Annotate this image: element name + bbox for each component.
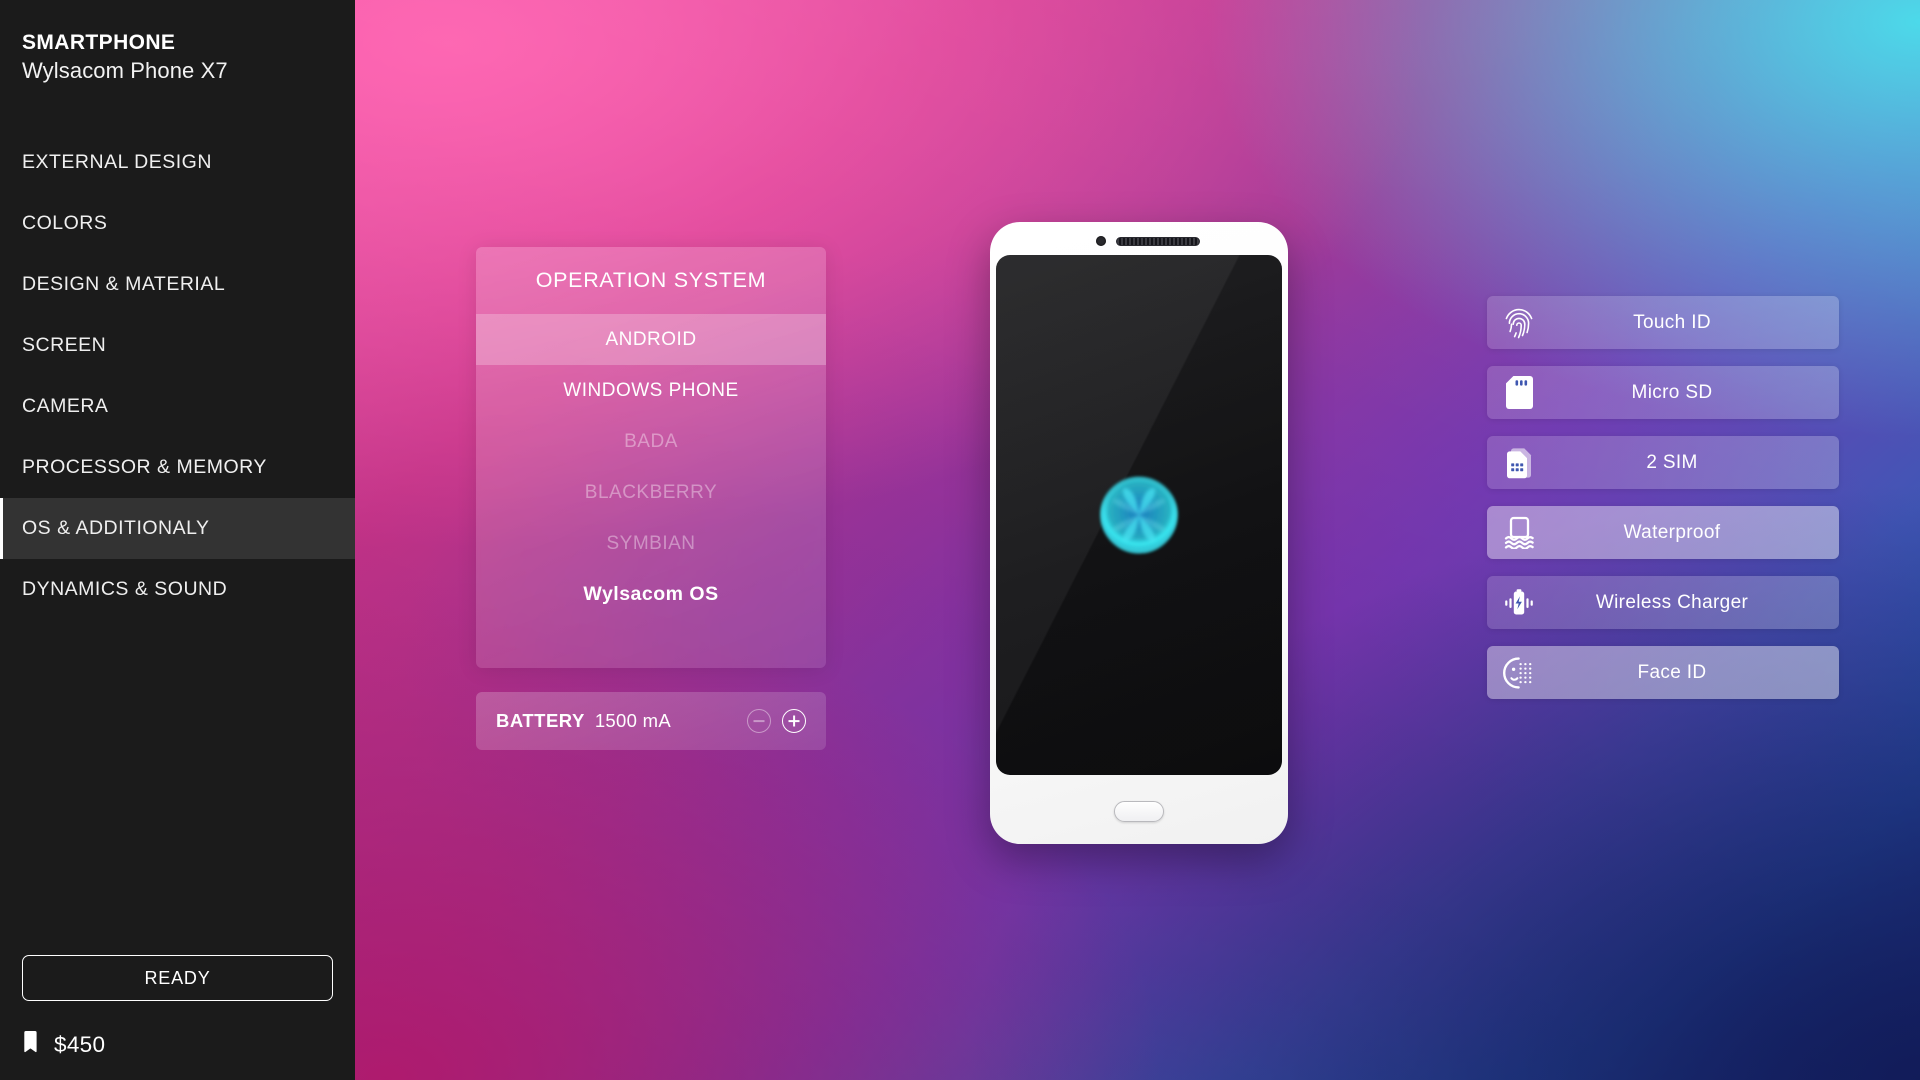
feature-label: Face ID	[1637, 661, 1707, 683]
sidebar-item-label: DYNAMICS & SOUND	[22, 578, 228, 601]
sidebar-item-label: CAMERA	[22, 395, 109, 418]
feature-button-wireless-charger[interactable]: Wireless Charger	[1487, 576, 1839, 629]
sidebar-item-label: DESIGN & MATERIAL	[22, 273, 226, 296]
feature-label: Touch ID	[1633, 311, 1711, 333]
os-option-blackberry: BLACKBERRY	[476, 467, 826, 518]
battery-label: BATTERY	[496, 710, 585, 731]
phone-screen	[996, 255, 1282, 775]
sidebar-item-os-additionaly[interactable]: OS & ADDITIONALY	[0, 498, 355, 560]
brand-category: SMARTPHONE	[22, 31, 176, 54]
feature-button-micro-sd[interactable]: Micro SD	[1487, 366, 1839, 419]
os-option-label: Wylsacom OS	[583, 583, 719, 605]
os-option-windows-phone[interactable]: WINDOWS PHONE	[476, 365, 826, 416]
feature-label: Waterproof	[1623, 521, 1721, 543]
sidebar-item-screen[interactable]: SCREEN	[0, 315, 355, 376]
os-option-symbian: SYMBIAN	[476, 518, 826, 569]
battery-value: 1500 mA	[594, 710, 671, 731]
sidebar-item-label: PROCESSOR & MEMORY	[22, 456, 267, 479]
os-option-label: BADA	[624, 430, 678, 452]
os-option-wylsacom-os[interactable]: Wylsacom OS	[476, 569, 826, 620]
home-button-icon[interactable]	[1114, 801, 1164, 822]
feature-label: Micro SD	[1631, 381, 1713, 403]
sidebar-item-dynamics-sound[interactable]: DYNAMICS & SOUND	[0, 559, 355, 620]
os-option-label: SYMBIAN	[606, 532, 696, 554]
os-option-label: WINDOWS PHONE	[563, 379, 739, 401]
ready-button[interactable]: READY	[22, 955, 333, 1001]
sidebar-item-colors[interactable]: COLORS	[0, 193, 355, 254]
face-id-icon	[1487, 656, 1551, 689]
feature-button-waterproof[interactable]: Waterproof	[1487, 506, 1839, 559]
sidebar-item-label: SCREEN	[22, 334, 107, 357]
sidebar: SMARTPHONE Wylsacom Phone X7 EXTERNAL DE…	[0, 0, 355, 1080]
wireless-charger-icon	[1487, 587, 1551, 619]
price-row: $450	[22, 1031, 333, 1058]
brand-model-name: Wylsacom Phone X7	[22, 58, 228, 84]
features-list: Touch ID Micro SD 2 SIM Waterproof Wirel…	[1487, 296, 1839, 716]
feature-button-2-sim[interactable]: 2 SIM	[1487, 436, 1839, 489]
feature-label: Wireless Charger	[1595, 591, 1749, 613]
os-option-android[interactable]: ANDROID	[476, 314, 826, 365]
front-camera-icon	[1096, 236, 1106, 246]
feature-label: 2 SIM	[1646, 451, 1698, 473]
battery-steppers	[747, 709, 806, 733]
feature-button-touch-id[interactable]: Touch ID	[1487, 296, 1839, 349]
price-value: $450	[54, 1031, 106, 1057]
earpiece-speaker-icon	[1116, 236, 1200, 246]
os-panel-spacer	[476, 620, 826, 668]
os-option-bada: BADA	[476, 416, 826, 467]
minus-circle-icon[interactable]	[747, 709, 771, 733]
sidebar-item-processor-memory[interactable]: PROCESSOR & MEMORY	[0, 437, 355, 498]
microsd-card-icon	[1487, 376, 1551, 409]
os-option-label: BLACKBERRY	[584, 481, 718, 503]
sidebar-item-camera[interactable]: CAMERA	[0, 376, 355, 437]
sidebar-item-external-design[interactable]: EXTERNAL DESIGN	[0, 132, 355, 193]
brand-block: SMARTPHONE Wylsacom Phone X7	[0, 0, 355, 84]
battery-control: BATTERY 1500 mA	[476, 692, 826, 750]
sidebar-item-label: OS & ADDITIONALY	[22, 517, 210, 540]
sidebar-nav: EXTERNAL DESIGN COLORS DESIGN & MATERIAL…	[0, 132, 355, 620]
fingerprint-icon	[1487, 307, 1551, 339]
waterproof-icon	[1487, 516, 1551, 549]
feature-button-face-id[interactable]: Face ID	[1487, 646, 1839, 699]
operation-system-title: OPERATION SYSTEM	[535, 268, 767, 292]
sidebar-footer: READY $450	[0, 955, 355, 1080]
price-tag-icon	[22, 1031, 41, 1058]
operation-system-panel: OPERATION SYSTEM ANDROID WINDOWS PHONE B…	[476, 247, 826, 668]
sidebar-item-label: EXTERNAL DESIGN	[22, 151, 212, 174]
phone-preview	[964, 206, 1314, 860]
ready-button-label: READY	[144, 967, 211, 988]
phone-body	[990, 222, 1288, 844]
app-root: SMARTPHONE Wylsacom Phone X7 EXTERNAL DE…	[0, 0, 1920, 1080]
os-option-label: ANDROID	[605, 328, 697, 350]
sim-card-icon	[1487, 447, 1551, 479]
sidebar-item-design-material[interactable]: DESIGN & MATERIAL	[0, 254, 355, 315]
sidebar-item-label: COLORS	[22, 212, 108, 235]
plus-circle-icon[interactable]	[782, 709, 806, 733]
wylsacom-logo-icon	[1101, 477, 1177, 553]
